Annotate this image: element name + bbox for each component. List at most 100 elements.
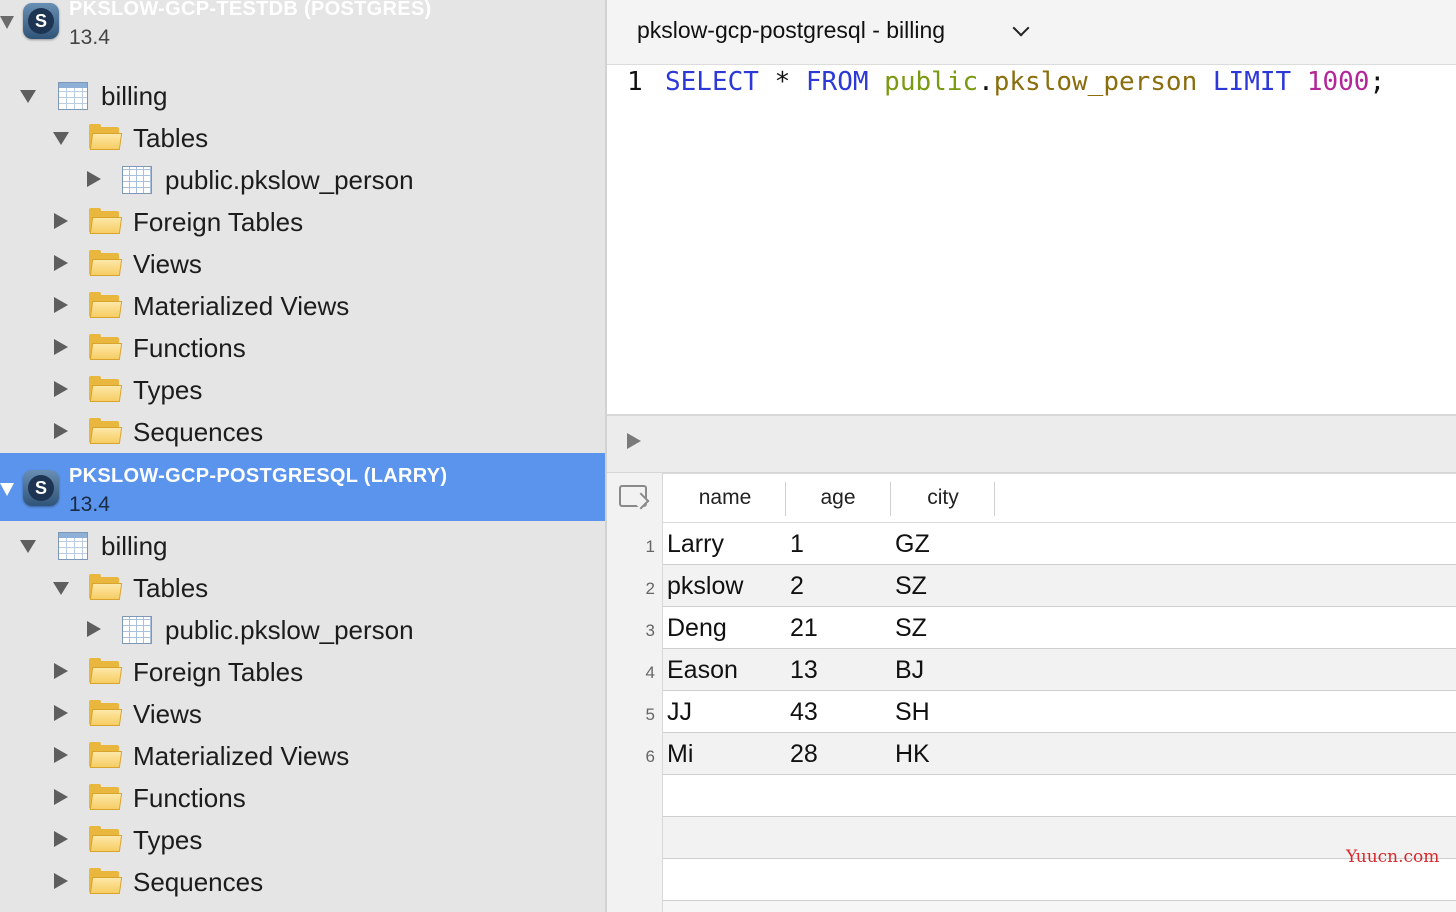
- connection-version: 13.4: [69, 493, 110, 516]
- cell-city[interactable]: GZ: [895, 530, 930, 559]
- connection-item-larry[interactable]: S PKSLOW-GCP-POSTGRESQL (LARRY) 13.4: [0, 453, 605, 521]
- tree-item-label: public.pkslow_person: [165, 165, 414, 195]
- cell-age[interactable]: 21: [790, 614, 818, 643]
- cell-name[interactable]: JJ: [667, 698, 692, 727]
- disclosure-right-icon[interactable]: [54, 255, 68, 271]
- cell-name[interactable]: Deng: [667, 614, 727, 643]
- table-row[interactable]: Eason 13 BJ: [663, 649, 1456, 691]
- tree-item-tables[interactable]: Tables: [0, 117, 605, 159]
- cell-age[interactable]: 2: [790, 572, 804, 601]
- tree-item-sequences[interactable]: Sequences: [0, 861, 605, 903]
- column-separator[interactable]: [890, 482, 891, 516]
- table-row[interactable]: JJ 43 SH: [663, 691, 1456, 733]
- disclosure-right-icon[interactable]: [87, 171, 101, 187]
- sql-dot: .: [978, 67, 994, 97]
- tree-item-foreign-tables[interactable]: Foreign Tables: [0, 651, 605, 693]
- tree-item-types[interactable]: Types: [0, 369, 605, 411]
- disclosure-right-icon[interactable]: [54, 831, 68, 847]
- folder-icon: [89, 784, 123, 811]
- table-row[interactable]: pkslow 2 SZ: [663, 565, 1456, 607]
- sql-semicolon: ;: [1369, 67, 1386, 97]
- tree-item-label: Materialized Views: [133, 741, 350, 771]
- folder-icon: [89, 376, 123, 403]
- tree-item-label: Sequences: [133, 417, 264, 447]
- disclosure-right-icon[interactable]: [54, 339, 68, 355]
- tree-item-tables[interactable]: Tables: [0, 567, 605, 609]
- tree-item-label: Tables: [133, 123, 209, 153]
- disclosure-down-icon[interactable]: [20, 90, 36, 103]
- row-number: 1: [645, 537, 655, 556]
- cell-name[interactable]: pkslow: [667, 572, 743, 601]
- disclosure-down-icon[interactable]: [0, 16, 14, 29]
- disclosure-right-icon[interactable]: [54, 663, 68, 679]
- column-header-age[interactable]: age: [813, 486, 863, 510]
- tree-item-sequences[interactable]: Sequences: [0, 411, 605, 453]
- column-separator[interactable]: [994, 482, 995, 516]
- row-number: 2: [645, 579, 655, 598]
- results-grid: 1 2 3 4 5 6 name age city Larry 1 GZ pks…: [607, 473, 1456, 912]
- cell-age[interactable]: 28: [790, 740, 818, 769]
- table-row[interactable]: Larry 1 GZ: [663, 523, 1456, 565]
- column-separator[interactable]: [785, 482, 786, 516]
- tree-item-table-pkslow-person[interactable]: public.pkslow_person: [0, 159, 605, 201]
- tree-item-foreign-tables[interactable]: Foreign Tables: [0, 201, 605, 243]
- tree-item-label: Views: [133, 699, 202, 729]
- cell-age[interactable]: 13: [790, 656, 818, 685]
- tree-item-materialized-views[interactable]: Materialized Views: [0, 285, 605, 327]
- table-icon: [122, 166, 152, 194]
- database-item-billing[interactable]: billing: [0, 75, 605, 117]
- folder-icon: [89, 292, 123, 319]
- column-header-city[interactable]: city: [918, 486, 968, 510]
- cell-city[interactable]: SZ: [895, 614, 927, 643]
- query-tab-title[interactable]: pkslow-gcp-postgresql - billing: [637, 17, 945, 44]
- cell-city[interactable]: SZ: [895, 572, 927, 601]
- disclosure-right-icon[interactable]: [87, 621, 101, 637]
- disclosure-down-icon[interactable]: [53, 582, 69, 595]
- refresh-results-icon[interactable]: [619, 485, 647, 507]
- disclosure-right-icon[interactable]: [54, 705, 68, 721]
- tree-item-label: Tables: [133, 573, 209, 603]
- chevron-down-icon[interactable]: [1012, 19, 1030, 37]
- disclosure-down-icon[interactable]: [0, 483, 14, 496]
- disclosure-down-icon[interactable]: [20, 540, 36, 553]
- tableplus-app-icon: S: [23, 470, 59, 506]
- connection-item-testdb[interactable]: S PKSLOW-GCP-TESTDB (POSTGRES) 13.4: [0, 0, 605, 54]
- folder-icon: [89, 742, 123, 769]
- tree-item-table-pkslow-person[interactable]: public.pkslow_person: [0, 609, 605, 651]
- table-row[interactable]: Mi 28 HK: [663, 733, 1456, 775]
- disclosure-right-icon[interactable]: [54, 873, 68, 889]
- tree-item-label: Sequences: [133, 867, 264, 897]
- disclosure-right-icon[interactable]: [54, 423, 68, 439]
- cell-age[interactable]: 1: [790, 530, 804, 559]
- tree-item-functions[interactable]: Functions: [0, 777, 605, 819]
- tree-item-functions[interactable]: Functions: [0, 327, 605, 369]
- column-header-row: name age city: [663, 473, 1456, 523]
- tree-item-types[interactable]: Types: [0, 819, 605, 861]
- tree-item-label: Types: [133, 825, 203, 855]
- disclosure-right-icon[interactable]: [54, 381, 68, 397]
- disclosure-right-icon[interactable]: [54, 747, 68, 763]
- folder-icon: [89, 208, 123, 235]
- cell-city[interactable]: HK: [895, 740, 930, 769]
- disclosure-right-icon[interactable]: [54, 297, 68, 313]
- table-icon: [122, 616, 152, 644]
- tree-item-materialized-views[interactable]: Materialized Views: [0, 735, 605, 777]
- run-query-play-icon[interactable]: [627, 433, 641, 449]
- cell-age[interactable]: 43: [790, 698, 818, 727]
- cell-city[interactable]: SH: [895, 698, 930, 727]
- sql-editor[interactable]: 1 SELECT * FROM public.pkslow_person LIM…: [607, 65, 1456, 414]
- tree-item-views[interactable]: Views: [0, 243, 605, 285]
- cell-name[interactable]: Mi: [667, 740, 693, 769]
- sql-code-line[interactable]: SELECT * FROM public.pkslow_person LIMIT…: [665, 67, 1385, 97]
- cell-name[interactable]: Eason: [667, 656, 738, 685]
- table-row[interactable]: Deng 21 SZ: [663, 607, 1456, 649]
- column-header-name[interactable]: name: [697, 486, 753, 510]
- database-item-billing[interactable]: billing: [0, 525, 605, 567]
- disclosure-down-icon[interactable]: [53, 132, 69, 145]
- disclosure-right-icon[interactable]: [54, 213, 68, 229]
- cell-city[interactable]: BJ: [895, 656, 924, 685]
- tree-item-views[interactable]: Views: [0, 693, 605, 735]
- cell-name[interactable]: Larry: [667, 530, 724, 559]
- disclosure-right-icon[interactable]: [54, 789, 68, 805]
- query-tab-header[interactable]: pkslow-gcp-postgresql - billing: [607, 0, 1456, 65]
